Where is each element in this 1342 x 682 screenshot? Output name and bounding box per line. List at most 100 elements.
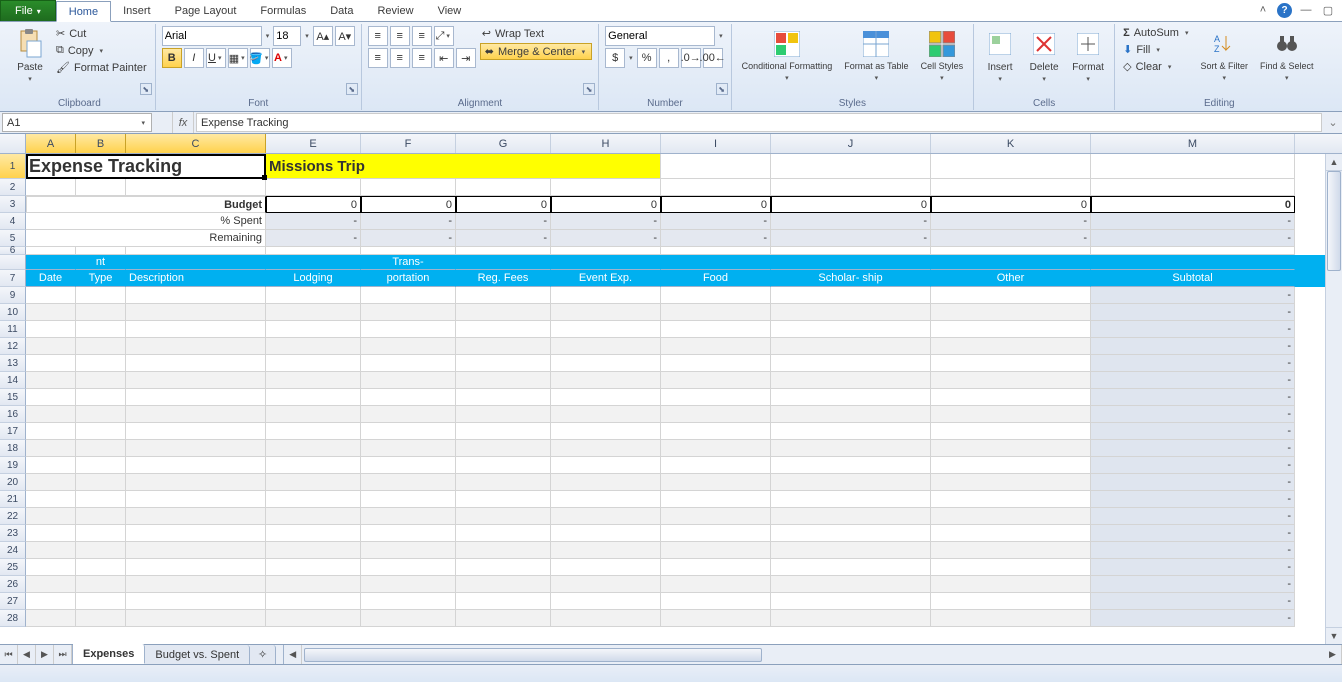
row-header-27[interactable]: 27 xyxy=(0,593,26,610)
hscroll-right[interactable]: ▶ xyxy=(1324,645,1342,664)
fx-button[interactable]: fx xyxy=(172,112,194,133)
hdr-description[interactable]: Description xyxy=(126,270,266,287)
autosum-button[interactable]: ΣAutoSum▾ xyxy=(1121,26,1192,40)
formula-input[interactable]: Expense Tracking xyxy=(196,113,1322,132)
align-center-button[interactable]: ≡ xyxy=(390,48,410,68)
tab-data[interactable]: Data xyxy=(318,0,365,21)
tab-view[interactable]: View xyxy=(426,0,474,21)
hdr-date[interactable]: Date xyxy=(26,270,76,287)
hdr-other[interactable]: Other xyxy=(931,270,1091,287)
cut-button[interactable]: ✂Cut xyxy=(54,26,149,41)
row-header-9[interactable]: 9 xyxy=(0,287,26,304)
budget-label[interactable]: Budget xyxy=(26,196,266,213)
pct-spent-label[interactable]: % Spent xyxy=(26,213,266,230)
increase-decimal-button[interactable]: .0→ xyxy=(681,48,701,68)
row-header-2[interactable]: 2 xyxy=(0,179,26,196)
orientation-button[interactable]: ⤢▾ xyxy=(434,26,454,46)
help-icon[interactable]: ? xyxy=(1277,3,1292,18)
row-header-10[interactable]: 10 xyxy=(0,304,26,321)
copy-button[interactable]: ⧉Copy▾ xyxy=(54,43,149,58)
cell-J1[interactable] xyxy=(771,154,931,179)
cell-styles-button[interactable]: Cell Styles▾ xyxy=(917,26,968,84)
font-color-button[interactable]: A▾ xyxy=(272,48,292,68)
row-header-7[interactable]: 7 xyxy=(0,270,26,287)
next-sheet-button[interactable]: ▶ xyxy=(36,645,54,664)
hdr-transportation[interactable]: portation xyxy=(361,270,456,287)
formula-bar-expand[interactable]: ⌄ xyxy=(1324,112,1342,133)
row-header-25[interactable]: 25 xyxy=(0,559,26,576)
row-header-14[interactable]: 14 xyxy=(0,372,26,389)
row-header-23[interactable]: 23 xyxy=(0,525,26,542)
row-header-15[interactable]: 15 xyxy=(0,389,26,406)
col-header-F[interactable]: F xyxy=(361,134,456,153)
tab-home[interactable]: Home xyxy=(56,1,111,22)
sort-filter-button[interactable]: AZSort & Filter▾ xyxy=(1196,26,1252,84)
file-tab[interactable]: File▾ xyxy=(0,0,56,21)
alignment-dialog-launcher[interactable]: ⬊ xyxy=(583,83,595,95)
sheet-tab-expenses[interactable]: Expenses xyxy=(73,644,145,664)
tab-formulas[interactable]: Formulas xyxy=(248,0,318,21)
clipboard-dialog-launcher[interactable]: ⬊ xyxy=(140,83,152,95)
hdr-scholarship[interactable]: Scholar- ship xyxy=(771,270,931,287)
row-header-28[interactable]: 28 xyxy=(0,610,26,627)
col-header-E[interactable]: E xyxy=(266,134,361,153)
row-header-11[interactable]: 11 xyxy=(0,321,26,338)
comma-button[interactable]: , xyxy=(659,48,679,68)
insert-cells-button[interactable]: Insert▾ xyxy=(980,26,1020,85)
row-header-24[interactable]: 24 xyxy=(0,542,26,559)
bold-button[interactable]: B xyxy=(162,48,182,68)
tab-page-layout[interactable]: Page Layout xyxy=(163,0,249,21)
sheet-tab-budget-vs-spent[interactable]: Budget vs. Spent xyxy=(145,645,250,664)
align-right-button[interactable]: ≡ xyxy=(412,48,432,68)
align-bottom-button[interactable]: ≡ xyxy=(412,26,432,46)
find-select-button[interactable]: Find & Select▾ xyxy=(1256,26,1318,84)
col-header-C[interactable]: C xyxy=(126,134,266,153)
cell-I1[interactable] xyxy=(661,154,771,179)
row-header-1[interactable]: 1 xyxy=(0,154,26,179)
row-header-3[interactable]: 3 xyxy=(0,196,26,213)
hdr-lodging[interactable]: Lodging xyxy=(266,270,361,287)
merge-center-button[interactable]: ⬌Merge & Center▾ xyxy=(480,43,592,60)
border-button[interactable]: ▦▾ xyxy=(228,48,248,68)
percent-button[interactable]: % xyxy=(637,48,657,68)
row-header-17[interactable]: 17 xyxy=(0,423,26,440)
accounting-button[interactable]: $ xyxy=(605,48,625,68)
row-header-19[interactable]: 19 xyxy=(0,457,26,474)
new-sheet-button[interactable]: ✧ xyxy=(250,645,276,664)
row-header-20[interactable]: 20 xyxy=(0,474,26,491)
scroll-down-button[interactable]: ▼ xyxy=(1326,627,1342,644)
underline-button[interactable]: U▾ xyxy=(206,48,226,68)
format-painter-button[interactable]: 🖌Format Painter xyxy=(54,60,149,75)
hdr-food[interactable]: Food xyxy=(661,270,771,287)
row-header-4[interactable]: 4 xyxy=(0,213,26,230)
row-header-12[interactable]: 12 xyxy=(0,338,26,355)
row-header-6[interactable]: 6 xyxy=(0,247,26,255)
remaining-label[interactable]: Remaining xyxy=(26,230,266,247)
restore-icon[interactable]: ▢ xyxy=(1320,2,1336,18)
hscroll-thumb[interactable] xyxy=(304,648,762,662)
paste-button[interactable]: Paste▾ xyxy=(10,26,50,85)
align-top-button[interactable]: ≡ xyxy=(368,26,388,46)
hscroll-left[interactable]: ◀ xyxy=(284,645,302,664)
vscroll-thumb[interactable] xyxy=(1327,171,1341,271)
delete-cells-button[interactable]: Delete▾ xyxy=(1024,26,1064,85)
align-middle-button[interactable]: ≡ xyxy=(390,26,410,46)
name-box[interactable]: A1▾ xyxy=(2,113,152,132)
increase-indent-button[interactable]: ⇥ xyxy=(456,48,476,68)
cell-A1[interactable]: Expense Tracking xyxy=(26,154,266,179)
vertical-scrollbar[interactable]: ▲ ▼ xyxy=(1325,154,1342,644)
row-header-21[interactable]: 21 xyxy=(0,491,26,508)
decrease-indent-button[interactable]: ⇤ xyxy=(434,48,454,68)
horizontal-scrollbar[interactable] xyxy=(302,645,1324,664)
italic-button[interactable]: I xyxy=(184,48,204,68)
col-header-B[interactable]: B xyxy=(76,134,126,153)
col-header-I[interactable]: I xyxy=(661,134,771,153)
row-header-13[interactable]: 13 xyxy=(0,355,26,372)
format-cells-button[interactable]: Format▾ xyxy=(1068,26,1108,85)
grow-font-button[interactable]: A▴ xyxy=(313,26,333,46)
col-header-K[interactable]: K xyxy=(931,134,1091,153)
shrink-font-button[interactable]: A▾ xyxy=(335,26,355,46)
fill-button[interactable]: ⬇Fill▾ xyxy=(1121,42,1192,57)
decrease-decimal-button[interactable]: .00← xyxy=(703,48,723,68)
tab-insert[interactable]: Insert xyxy=(111,0,163,21)
